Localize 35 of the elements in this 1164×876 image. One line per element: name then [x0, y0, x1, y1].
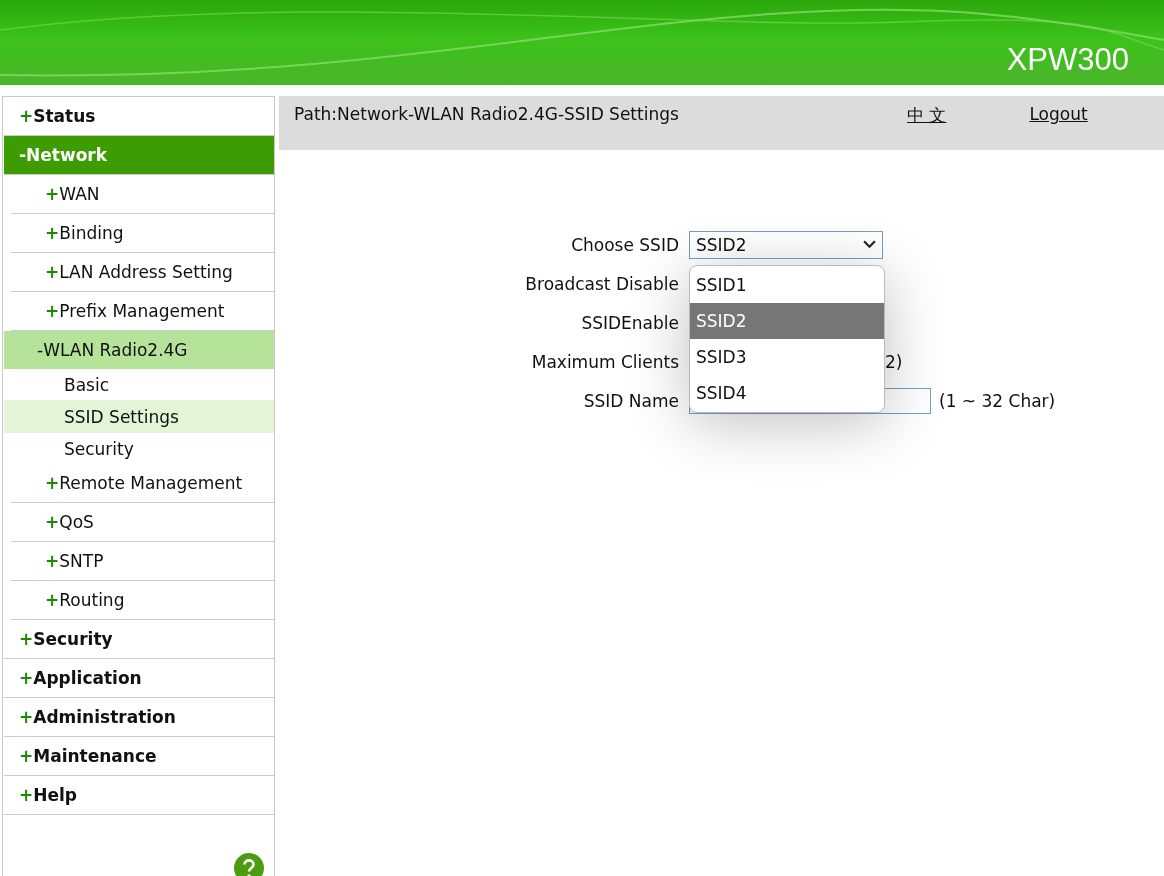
menu-item[interactable]: +Help — [4, 776, 274, 815]
menu-item[interactable]: -Network — [4, 136, 274, 175]
breadcrumb-path: Path:Network-WLAN Radio2.4G-SSID Settings — [294, 104, 680, 124]
logout-link[interactable]: Logout — [1029, 104, 1088, 124]
field-label: Maximum Clients — [530, 351, 679, 372]
menu-item[interactable]: Basic — [4, 369, 274, 400]
chevron-icon — [863, 240, 876, 249]
dropdown-option[interactable]: SSID4 — [690, 374, 884, 411]
field-hint: (1 ~ 32 Char) — [939, 390, 1056, 411]
language-link[interactable]: 中 文 — [907, 104, 947, 127]
menu-item[interactable]: +Application — [4, 659, 274, 698]
field-label: Broadcast Disable — [524, 273, 679, 294]
menu-item[interactable]: +SNTP — [11, 542, 274, 581]
menu-item[interactable]: +Administration — [4, 698, 274, 737]
menu-item[interactable]: +Remote Management — [11, 464, 274, 503]
field-hint: 2) — [885, 351, 903, 372]
dropdown-option[interactable]: SSID2 — [690, 302, 884, 339]
menu-item[interactable]: +Routing — [11, 581, 274, 620]
help-icon[interactable] — [234, 853, 264, 876]
menu-item[interactable]: -WLAN Radio2.4G — [4, 331, 274, 369]
dropdown-option[interactable]: SSID3 — [690, 338, 884, 375]
field-label: Choose SSID — [570, 234, 679, 255]
field-label: SSID Name — [582, 390, 679, 411]
menu-item[interactable]: Security — [4, 433, 274, 464]
menu-item[interactable]: +Binding — [11, 214, 274, 253]
menu-item[interactable]: +LAN Address Setting — [11, 253, 274, 292]
model-name: XPW300 — [1006, 42, 1129, 78]
menu-item[interactable]: +WAN — [11, 175, 274, 214]
menu-item[interactable]: +QoS — [11, 503, 274, 542]
menu-item[interactable]: SSID Settings — [4, 400, 274, 433]
dropdown-option[interactable]: SSID1 — [690, 266, 884, 303]
field-label: SSIDEnable — [580, 312, 679, 333]
menu-item[interactable]: +Security — [4, 620, 274, 659]
menu-item[interactable]: +Maintenance — [4, 737, 274, 776]
ssid-dropdown[interactable]: SSID2 — [689, 230, 883, 259]
